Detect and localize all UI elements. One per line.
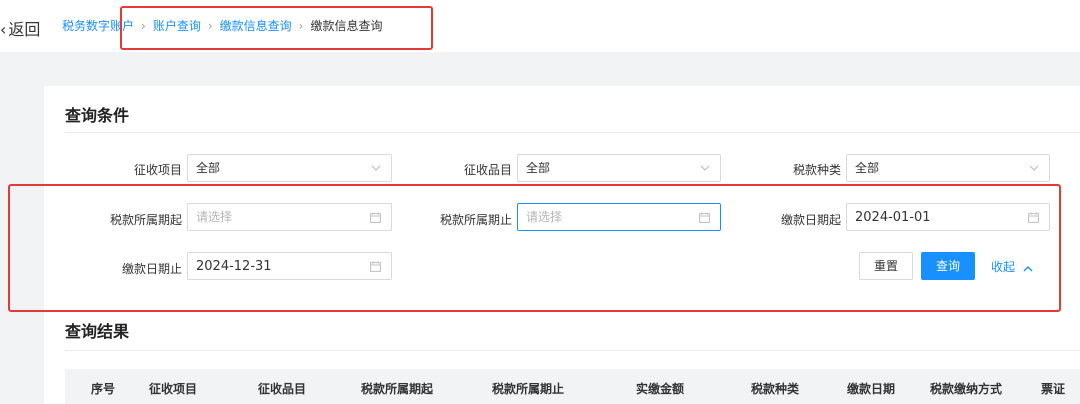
breadcrumb-separator-icon: › — [298, 19, 304, 33]
column-header-index: 序号 — [91, 382, 116, 396]
reset-button[interactable]: 重置 — [859, 252, 913, 280]
chevron-down-icon — [700, 155, 710, 181]
breadcrumb-separator-icon: › — [141, 19, 146, 33]
period-start-date-picker[interactable]: 请选择 — [187, 203, 392, 231]
pay-date-end-date-picker[interactable]: 2024-12-31 — [187, 252, 392, 280]
period-end-placeholder: 请选择 — [526, 210, 563, 224]
result-section-title: 查询结果 — [65, 322, 130, 341]
collection-item-select[interactable]: 全部 — [187, 154, 392, 182]
breadcrumb-item-tax-account[interactable]: 税务数字账户 — [62, 19, 134, 33]
collection-item-label: 征收项目 — [133, 163, 182, 177]
tax-type-value: 全部 — [855, 161, 880, 175]
back-arrow-icon: ‹ — [0, 20, 7, 39]
calendar-icon — [1028, 204, 1039, 230]
result-table-header: 序号 征收项目 征收品目 税款所属期起 税款所属期止 实缴金额 税款种类 缴款日… — [65, 369, 1080, 404]
column-header-collection-subitem: 征收品目 — [258, 382, 307, 396]
tax-type-select[interactable]: 全部 — [846, 154, 1050, 182]
pay-date-end-label: 缴款日期止 — [121, 262, 182, 276]
pay-date-start-label: 缴款日期起 — [780, 213, 841, 227]
chevron-down-icon — [371, 155, 381, 181]
collection-subitem-label: 征收品目 — [463, 163, 512, 177]
column-header-pay-method: 税款缴纳方式 — [930, 382, 1003, 396]
breadcrumb-item-account-query[interactable]: 账户查询 — [153, 19, 201, 33]
breadcrumb-separator-icon: › — [207, 19, 213, 33]
top-bar: ‹ 返回 税务数字账户 › 账户查询 › 缴款信息查询 › 缴款信息查询 — [0, 0, 1080, 52]
divider — [65, 132, 1080, 133]
pay-date-start-date-picker[interactable]: 2024-01-01 — [846, 203, 1050, 231]
chevron-down-icon — [1029, 155, 1039, 181]
column-header-period-end: 税款所属期止 — [492, 382, 565, 396]
collection-item-value: 全部 — [196, 161, 221, 175]
query-section-title: 查询条件 — [65, 106, 130, 125]
back-label: 返回 — [8, 20, 41, 39]
calendar-icon — [370, 253, 381, 279]
period-end-date-picker[interactable]: 请选择 — [517, 203, 721, 231]
pay-date-end-value: 2024-12-31 — [196, 259, 272, 274]
breadcrumb-item-payment-query[interactable]: 缴款信息查询 — [220, 19, 292, 33]
calendar-icon — [370, 204, 381, 230]
breadcrumb: 税务数字账户 › 账户查询 › 缴款信息查询 › 缴款信息查询 — [62, 17, 383, 34]
column-header-pay-date: 缴款日期 — [847, 382, 896, 396]
column-header-ticket: 票证 — [1041, 382, 1066, 396]
back-button[interactable]: ‹ 返回 — [0, 16, 40, 40]
collection-subitem-select[interactable]: 全部 — [517, 154, 721, 182]
collapse-label: 收起 — [991, 260, 1016, 274]
collection-subitem-value: 全部 — [526, 161, 551, 175]
breadcrumb-item-current: 缴款信息查询 — [310, 19, 383, 33]
column-header-paid-amount: 实缴金额 — [636, 382, 685, 396]
column-header-tax-type: 税款种类 — [751, 382, 800, 396]
column-header-collection-item: 征收项目 — [149, 382, 198, 396]
period-end-label: 税款所属期止 — [439, 213, 512, 227]
period-start-placeholder: 请选择 — [196, 210, 233, 224]
period-start-label: 税款所属期起 — [109, 213, 182, 227]
collapse-toggle[interactable]: 收起 — [991, 258, 1033, 275]
tax-type-label: 税款种类 — [792, 163, 841, 177]
search-button[interactable]: 查询 — [921, 252, 975, 280]
chevron-up-icon — [1023, 261, 1033, 275]
calendar-icon — [699, 204, 710, 230]
query-card: 查询条件 征收项目 全部 征收品目 全部 税款种类 全部 税款所属期起 请选择 … — [44, 86, 1080, 404]
column-header-period-start: 税款所属期起 — [361, 382, 434, 396]
divider — [65, 350, 1080, 351]
pay-date-start-value: 2024-01-01 — [855, 210, 931, 225]
